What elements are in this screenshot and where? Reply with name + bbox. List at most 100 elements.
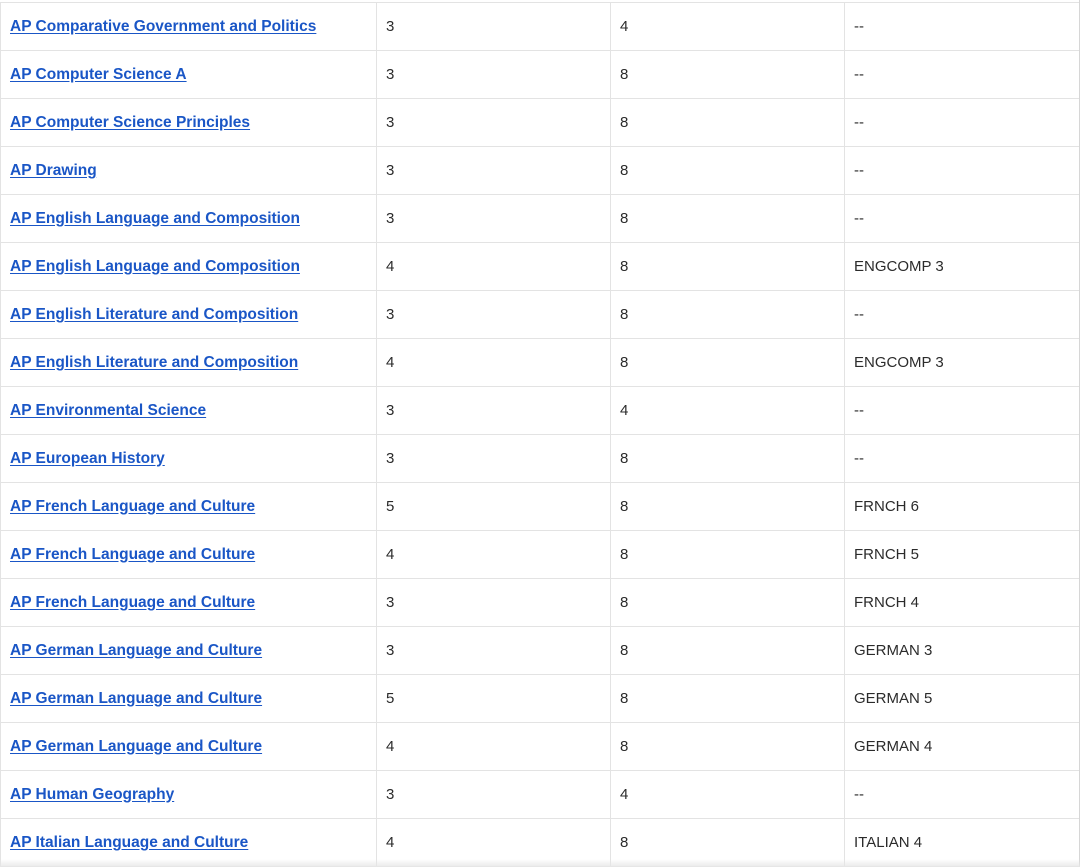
score-cell: 4 bbox=[376, 818, 611, 867]
exam-cell: AP French Language and Culture bbox=[0, 482, 377, 531]
ap-credit-table: AP Comparative Government and Politics 3 4… bbox=[0, 2, 1080, 867]
exam-link[interactable]: AP Comparative Government and Politics bbox=[10, 18, 316, 35]
course-cell: ITALIAN 4 bbox=[844, 818, 1080, 867]
course-cell: ENGCOMP 3 bbox=[844, 338, 1080, 387]
course-cell: FRNCH 4 bbox=[844, 578, 1080, 627]
units-cell: 8 bbox=[610, 146, 845, 195]
score-cell: 3 bbox=[376, 290, 611, 339]
exam-link[interactable]: AP German Language and Culture bbox=[10, 738, 262, 755]
score-cell: 3 bbox=[376, 2, 611, 51]
units-cell: 8 bbox=[610, 98, 845, 147]
exam-link[interactable]: AP Drawing bbox=[10, 162, 97, 179]
exam-link[interactable]: AP Italian Language and Culture bbox=[10, 834, 248, 851]
table-row: AP German Language and Culture 5 8 GERMAN 5 bbox=[0, 674, 1080, 723]
units-cell: 8 bbox=[610, 242, 845, 291]
table-row: AP Computer Science Principles 3 8 -- bbox=[0, 98, 1080, 147]
course-cell: GERMAN 5 bbox=[844, 674, 1080, 723]
score-cell: 3 bbox=[376, 770, 611, 819]
exam-cell: AP English Language and Composition bbox=[0, 242, 377, 291]
units-cell: 8 bbox=[610, 674, 845, 723]
exam-cell: AP European History bbox=[0, 434, 377, 483]
table-row: AP French Language and Culture 4 8 FRNCH 5 bbox=[0, 530, 1080, 579]
table-row: AP German Language and Culture 4 8 GERMAN 4 bbox=[0, 722, 1080, 771]
units-cell: 4 bbox=[610, 770, 845, 819]
score-cell: 5 bbox=[376, 482, 611, 531]
exam-cell: AP Drawing bbox=[0, 146, 377, 195]
units-cell: 8 bbox=[610, 338, 845, 387]
score-cell: 3 bbox=[376, 386, 611, 435]
exam-link[interactable]: AP European History bbox=[10, 450, 165, 467]
units-cell: 8 bbox=[610, 530, 845, 579]
exam-cell: AP English Literature and Composition bbox=[0, 338, 377, 387]
exam-cell: AP German Language and Culture bbox=[0, 722, 377, 771]
course-cell: -- bbox=[844, 2, 1080, 51]
score-cell: 5 bbox=[376, 674, 611, 723]
units-cell: 8 bbox=[610, 290, 845, 339]
exam-link[interactable]: AP English Literature and Composition bbox=[10, 354, 298, 371]
score-cell: 3 bbox=[376, 50, 611, 99]
table-row: AP English Literature and Composition 3 8-… bbox=[0, 290, 1080, 339]
course-cell: -- bbox=[844, 98, 1080, 147]
table-row: AP European History 3 8 -- bbox=[0, 434, 1080, 483]
score-cell: 3 bbox=[376, 194, 611, 243]
table-row: AP French Language and Culture 5 8 FRNCH 6 bbox=[0, 482, 1080, 531]
table-row: AP Italian Language and Culture 4 8 ITALIAN… bbox=[0, 818, 1080, 867]
table-row: AP Comparative Government and Politics 3 4… bbox=[0, 2, 1080, 51]
table-row: AP French Language and Culture 3 8 FRNCH 4 bbox=[0, 578, 1080, 627]
table-row: AP Drawing 3 8 -- bbox=[0, 146, 1080, 195]
table-row: AP Computer Science A 3 8 -- bbox=[0, 50, 1080, 99]
exam-cell: AP French Language and Culture bbox=[0, 578, 377, 627]
course-cell: ENGCOMP 3 bbox=[844, 242, 1080, 291]
exam-cell: AP English Language and Composition bbox=[0, 194, 377, 243]
units-cell: 8 bbox=[610, 626, 845, 675]
table-row: AP English Literature and Composition 4 8 E… bbox=[0, 338, 1080, 387]
course-cell: -- bbox=[844, 290, 1080, 339]
units-cell: 8 bbox=[610, 50, 845, 99]
course-cell: FRNCH 5 bbox=[844, 530, 1080, 579]
exam-cell: AP Computer Science A bbox=[0, 50, 377, 99]
units-cell: 8 bbox=[610, 818, 845, 867]
course-cell: -- bbox=[844, 770, 1080, 819]
exam-link[interactable]: AP English Language and Composition bbox=[10, 258, 300, 275]
score-cell: 3 bbox=[376, 578, 611, 627]
exam-link[interactable]: AP English Language and Composition bbox=[10, 210, 300, 227]
table-row: AP English Language and Composition 4 8 ENG… bbox=[0, 242, 1080, 291]
score-cell: 4 bbox=[376, 242, 611, 291]
score-cell: 3 bbox=[376, 626, 611, 675]
exam-link[interactable]: AP French Language and Culture bbox=[10, 594, 255, 611]
exam-link[interactable]: AP German Language and Culture bbox=[10, 642, 262, 659]
score-cell: 3 bbox=[376, 146, 611, 195]
exam-cell: AP Human Geography bbox=[0, 770, 377, 819]
table-row: AP Human Geography 3 4 -- bbox=[0, 770, 1080, 819]
units-cell: 8 bbox=[610, 434, 845, 483]
table-row: AP German Language and Culture 3 8 GERMAN 3 bbox=[0, 626, 1080, 675]
exam-link[interactable]: AP English Literature and Composition bbox=[10, 306, 298, 323]
score-cell: 4 bbox=[376, 722, 611, 771]
table-row: AP Environmental Science 3 4 -- bbox=[0, 386, 1080, 435]
exam-link[interactable]: AP German Language and Culture bbox=[10, 690, 262, 707]
exam-link[interactable]: AP French Language and Culture bbox=[10, 546, 255, 563]
score-cell: 4 bbox=[376, 338, 611, 387]
course-cell: GERMAN 3 bbox=[844, 626, 1080, 675]
exam-cell: AP German Language and Culture bbox=[0, 626, 377, 675]
course-cell: -- bbox=[844, 386, 1080, 435]
exam-cell: AP English Literature and Composition bbox=[0, 290, 377, 339]
score-cell: 3 bbox=[376, 98, 611, 147]
exam-link[interactable]: AP Computer Science Principles bbox=[10, 114, 250, 131]
exam-link[interactable]: AP Computer Science A bbox=[10, 66, 187, 83]
exam-link[interactable]: AP Environmental Science bbox=[10, 402, 206, 419]
course-cell: GERMAN 4 bbox=[844, 722, 1080, 771]
exam-cell: AP Computer Science Principles bbox=[0, 98, 377, 147]
course-cell: -- bbox=[844, 50, 1080, 99]
units-cell: 4 bbox=[610, 386, 845, 435]
ap-credit-table-container: AP Comparative Government and Politics 3 4… bbox=[0, 2, 1080, 867]
course-cell: -- bbox=[844, 434, 1080, 483]
units-cell: 8 bbox=[610, 482, 845, 531]
exam-cell: AP German Language and Culture bbox=[0, 674, 377, 723]
exam-link[interactable]: AP Human Geography bbox=[10, 786, 174, 803]
table-row: AP English Language and Composition 3 8 -- bbox=[0, 194, 1080, 243]
exam-cell: AP Environmental Science bbox=[0, 386, 377, 435]
exam-link[interactable]: AP French Language and Culture bbox=[10, 498, 255, 515]
units-cell: 8 bbox=[610, 194, 845, 243]
units-cell: 4 bbox=[610, 2, 845, 51]
